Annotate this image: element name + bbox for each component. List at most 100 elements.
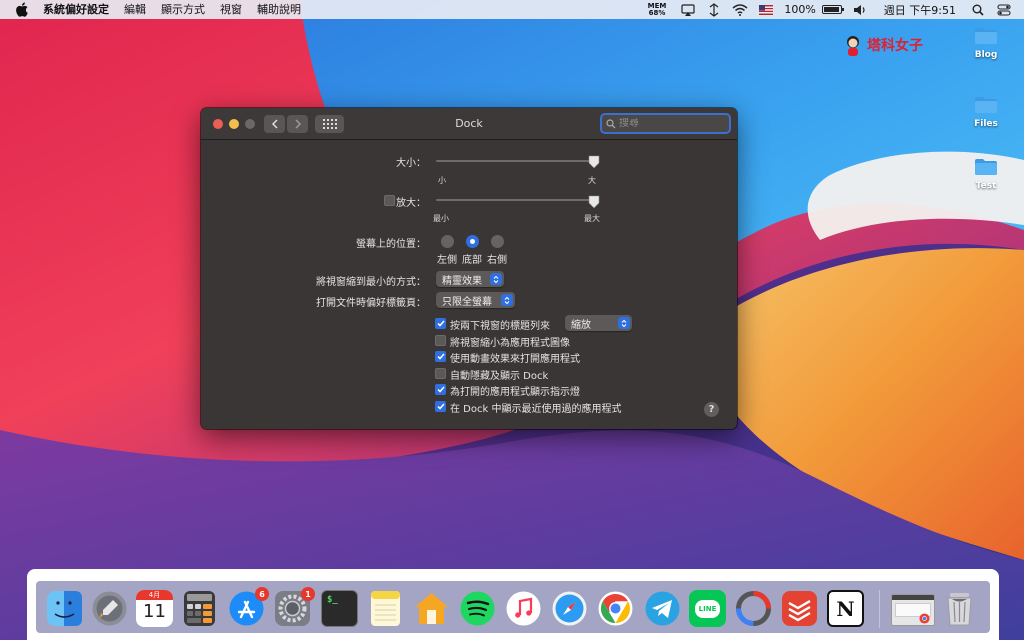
finder-icon[interactable] — [46, 590, 83, 627]
safari-icon[interactable] — [551, 590, 588, 627]
launchpad-icon[interactable] — [91, 590, 128, 627]
position-bottom-radio[interactable] — [466, 235, 479, 248]
show-indicators-label: 為打開的應用程式顯示指示燈 — [450, 387, 580, 398]
prefer-tabs-value: 只限全螢幕 — [442, 296, 492, 308]
size-min-label: 小 — [438, 176, 446, 185]
line-label: LINE — [694, 599, 721, 618]
desktop-folder-blog[interactable]: Blog — [961, 27, 1011, 60]
double-click-popup[interactable]: 縮放 — [565, 315, 632, 331]
apple-icon[interactable] — [15, 2, 29, 17]
size-max-label: 大 — [588, 176, 596, 185]
battery-icon[interactable] — [821, 5, 844, 14]
dock-separator — [879, 590, 880, 628]
magnification-max-label: 最大 — [584, 214, 600, 223]
folder-label: Files — [974, 119, 998, 129]
terminal-prompt: $_ — [327, 595, 338, 605]
dock: 4月 11 6 1 $_ LINE N — [36, 581, 990, 633]
magnification-label: 放大： — [396, 198, 426, 209]
prefer-tabs-label: 打開文件時偏好標籤頁： — [316, 298, 426, 309]
line-icon[interactable]: LINE — [689, 590, 726, 627]
desktop-folder-files[interactable]: Files — [961, 96, 1011, 129]
show-recent-apps-checkbox[interactable] — [435, 401, 446, 412]
search-icon[interactable] — [970, 3, 986, 17]
size-label: 大小： — [396, 158, 426, 169]
telegram-icon[interactable] — [644, 590, 681, 627]
calendar-day: 11 — [143, 601, 166, 622]
autohide-dock-checkbox[interactable] — [435, 368, 446, 379]
prefer-tabs-popup[interactable]: 只限全螢幕 — [436, 292, 515, 308]
menu-view[interactable]: 顯示方式 — [161, 0, 205, 19]
system-preferences-icon[interactable]: 1 — [274, 587, 315, 627]
search-field[interactable] — [600, 113, 731, 134]
chevron-updown-icon — [490, 273, 502, 285]
minimize-effect-popup[interactable]: 精靈效果 — [436, 271, 504, 287]
menu-clock[interactable]: 週日 下午9:51 — [884, 2, 956, 18]
checkmark-icon — [436, 386, 445, 393]
size-slider-thumb[interactable] — [588, 155, 600, 169]
memory-value: 68% — [648, 8, 666, 17]
folder-icon — [975, 97, 997, 113]
notion-icon[interactable]: N — [827, 590, 864, 627]
chrome-icon[interactable] — [597, 590, 634, 627]
brand-avatar-icon — [847, 36, 859, 56]
control-center-icon[interactable] — [996, 3, 1012, 17]
minimized-window-icon[interactable] — [891, 594, 935, 626]
battery-percent[interactable]: 100% — [784, 3, 815, 16]
menu-help[interactable]: 輔助說明 — [257, 0, 301, 19]
folder-icon — [975, 159, 997, 175]
search-input[interactable] — [619, 118, 719, 129]
animate-opening-checkbox[interactable] — [435, 351, 446, 362]
show-indicators-checkbox[interactable] — [435, 384, 446, 395]
trash-icon[interactable] — [941, 590, 978, 627]
menu-bar: 系統偏好設定 編輯 顯示方式 視窗 輔助說明 MEM 68% 100% 週日 下… — [0, 0, 1024, 19]
system-preferences-badge: 1 — [301, 587, 315, 601]
desktop-folder-test[interactable]: Test — [961, 158, 1011, 191]
minimize-into-app-checkbox[interactable] — [435, 335, 446, 346]
position-left-radio[interactable] — [441, 235, 454, 248]
folder-label: Test — [975, 181, 997, 191]
position-right-label: 右側 — [487, 255, 507, 266]
airplay-icon[interactable] — [680, 3, 696, 17]
notes-icon[interactable] — [367, 590, 404, 627]
calendar-icon[interactable]: 4月 11 — [136, 590, 173, 627]
menu-edit[interactable]: 編輯 — [124, 0, 146, 19]
music-icon[interactable] — [505, 590, 542, 627]
app-store-icon[interactable]: 6 — [228, 587, 269, 627]
animate-opening-label: 使用動畫效果來打開應用程式 — [450, 354, 580, 365]
dock-preferences-window: Dock 大小： 小 大 放大： 最小 最大 螢幕上的位置： 左側 底部 右側 … — [201, 108, 737, 429]
chevron-updown-icon — [618, 317, 630, 329]
calendar-month: 4月 — [136, 590, 173, 600]
brand-name: 塔科女子 — [867, 38, 923, 54]
checkmark-icon — [436, 403, 445, 410]
magnification-slider-track[interactable] — [436, 199, 594, 201]
memory-indicator[interactable]: MEM 68% — [648, 2, 667, 17]
double-click-checkbox[interactable] — [435, 318, 446, 329]
calculator-icon[interactable] — [181, 590, 218, 627]
help-button[interactable]: ? — [704, 402, 719, 417]
chevron-updown-icon — [501, 294, 513, 306]
magnification-min-label: 最小 — [433, 214, 449, 223]
checkmark-icon — [436, 320, 445, 327]
position-right-radio[interactable] — [491, 235, 504, 248]
magnification-slider-thumb[interactable] — [588, 195, 600, 209]
spotify-icon[interactable] — [459, 590, 496, 627]
menu-app-name[interactable]: 系統偏好設定 — [43, 0, 109, 19]
screen-capture-icon[interactable] — [735, 590, 772, 627]
size-slider-track[interactable] — [436, 160, 594, 162]
minimize-into-app-label: 將視窗縮小為應用程式圖像 — [450, 338, 570, 349]
todoist-icon[interactable] — [781, 590, 818, 627]
position-left-label: 左側 — [437, 255, 457, 266]
terminal-icon[interactable]: $_ — [321, 590, 358, 627]
show-recent-apps-label: 在 Dock 中顯示最近使用過的應用程式 — [450, 404, 622, 415]
network-icon[interactable] — [706, 2, 722, 17]
flag-icon[interactable] — [758, 3, 774, 17]
volume-icon[interactable] — [852, 3, 868, 17]
wifi-icon[interactable] — [732, 3, 748, 17]
checkmark-icon — [436, 353, 445, 360]
magnification-checkbox[interactable] — [384, 195, 395, 206]
menu-window[interactable]: 視窗 — [220, 0, 242, 19]
window-titlebar[interactable]: Dock — [201, 108, 737, 140]
app-store-badge: 6 — [255, 587, 269, 601]
home-icon[interactable] — [413, 590, 450, 627]
notion-label: N — [836, 596, 855, 621]
